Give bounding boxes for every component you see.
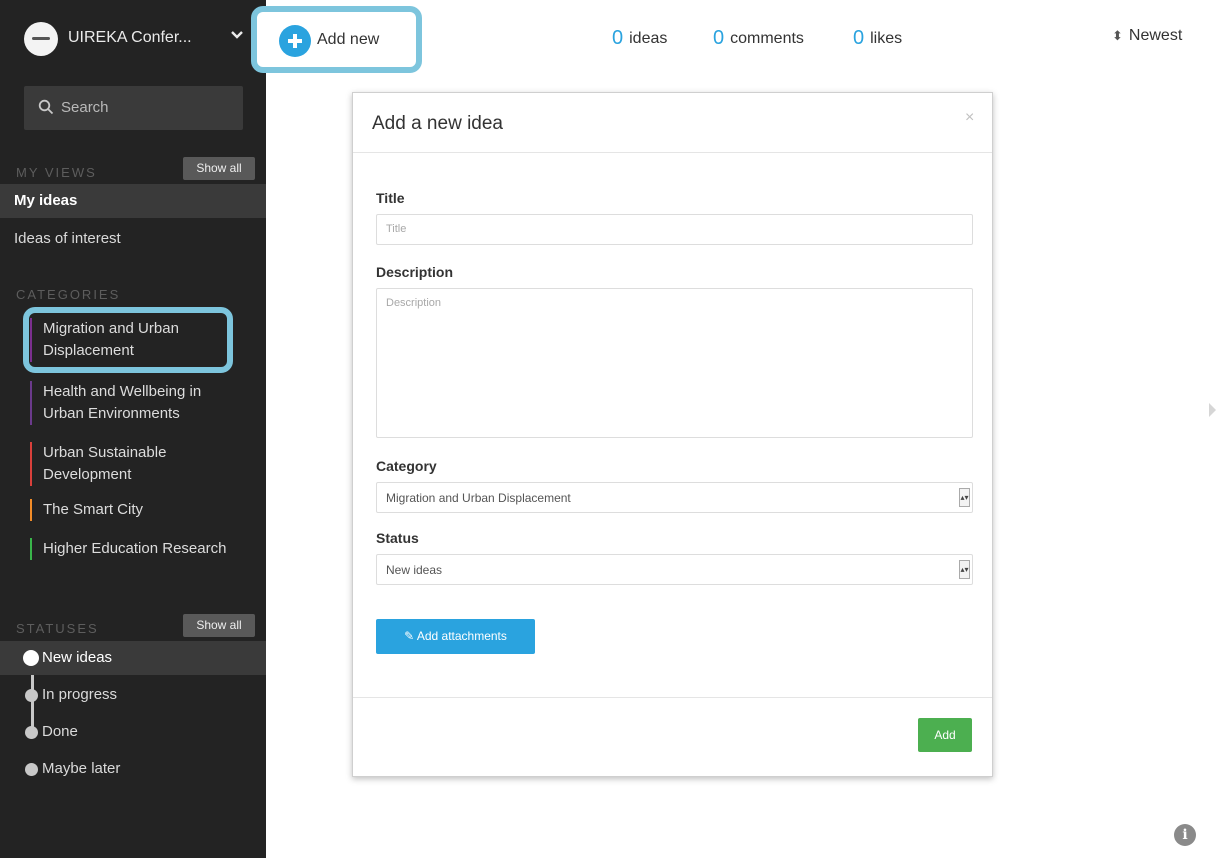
uireka-logo-icon <box>24 22 58 56</box>
categories-heading: CATEGORIES <box>16 287 121 302</box>
sort-icon: ⬍ <box>1112 28 1123 43</box>
likes-count-value: 0 <box>853 27 865 49</box>
status-dot-icon <box>23 650 39 666</box>
search-icon <box>38 99 54 120</box>
category-label: Category <box>376 458 437 474</box>
plus-icon <box>279 25 311 57</box>
title-label: Title <box>376 190 405 206</box>
statuses-show-all-button[interactable]: Show all <box>183 614 255 637</box>
category-select[interactable]: Migration and Urban Displacement ▴▾ <box>376 482 973 513</box>
sort-label: Newest <box>1128 27 1183 44</box>
chevron-down-icon <box>230 28 244 47</box>
search-placeholder: Search <box>61 99 109 116</box>
status-dot-icon <box>25 763 38 776</box>
ideas-count: 0 ideas <box>612 27 667 50</box>
select-arrow-icon: ▴▾ <box>959 560 970 579</box>
sort-dropdown[interactable]: ⬍ Newest <box>1112 27 1182 45</box>
status-select[interactable]: New ideas ▴▾ <box>376 554 973 585</box>
status-dot-icon <box>25 689 38 702</box>
status-label: In progress <box>42 686 118 703</box>
category-highlight-callout <box>23 307 233 373</box>
likes-count-label: likes <box>870 30 903 47</box>
add-new-button[interactable]: Add new <box>251 6 422 73</box>
category-select-value: Migration and Urban Displacement <box>386 491 571 505</box>
status-label: Status <box>376 530 419 546</box>
status-in-progress[interactable]: In progress <box>0 678 266 712</box>
category-higher-education[interactable]: Higher Education Research <box>30 538 240 560</box>
modal-header: Add a new idea × <box>353 93 992 153</box>
category-sustainable-development[interactable]: Urban Sustainable Development <box>30 442 240 486</box>
comments-count-label: comments <box>730 30 804 47</box>
status-maybe-later[interactable]: Maybe later <box>0 752 266 786</box>
add-attachments-button[interactable]: ✎ Add attachments <box>376 619 535 654</box>
description-textarea[interactable]: Description <box>376 288 973 438</box>
select-arrow-icon: ▴▾ <box>959 488 970 507</box>
close-icon[interactable]: × <box>965 109 974 127</box>
status-done[interactable]: Done <box>0 715 266 749</box>
comments-count: 0 comments <box>713 27 804 50</box>
panel-expand-handle-icon[interactable] <box>1209 403 1216 417</box>
sidebar: UIREKA Confer... Search MY VIEWS Show al… <box>0 0 266 858</box>
status-new-ideas[interactable]: New ideas <box>0 641 266 675</box>
status-label: New ideas <box>42 649 113 666</box>
category-health[interactable]: Health and Wellbeing in Urban Environmen… <box>30 381 240 425</box>
workspace-name: UIREKA Confer... <box>68 29 192 46</box>
ideas-count-label: ideas <box>629 30 668 47</box>
modal-title: Add a new idea <box>372 113 503 134</box>
search-input[interactable]: Search <box>24 86 243 130</box>
sidebar-item-my-ideas[interactable]: My ideas <box>0 184 266 218</box>
comments-count-value: 0 <box>713 27 725 49</box>
description-label: Description <box>376 264 454 280</box>
status-label: Maybe later <box>42 760 121 777</box>
workspace-switcher[interactable]: UIREKA Confer... <box>0 0 266 78</box>
add-idea-submit-button[interactable]: Add <box>918 718 972 752</box>
add-new-label: Add new <box>317 31 380 48</box>
status-label: Done <box>42 723 78 740</box>
my-views-show-all-button[interactable]: Show all <box>183 157 255 180</box>
category-smart-city[interactable]: The Smart City <box>30 499 240 521</box>
status-select-value: New ideas <box>386 563 443 577</box>
ideas-count-value: 0 <box>612 27 624 49</box>
likes-count: 0 likes <box>853 27 902 50</box>
title-input[interactable]: Title <box>376 214 973 245</box>
modal-footer-divider <box>353 697 992 698</box>
sidebar-item-ideas-of-interest[interactable]: Ideas of interest <box>0 222 266 256</box>
statuses-heading: STATUSES <box>16 621 99 636</box>
status-dot-icon <box>25 726 38 739</box>
info-icon[interactable]: i <box>1174 824 1196 846</box>
add-idea-modal: Add a new idea × Title Title Description… <box>352 92 993 777</box>
my-views-heading: MY VIEWS <box>16 165 97 180</box>
